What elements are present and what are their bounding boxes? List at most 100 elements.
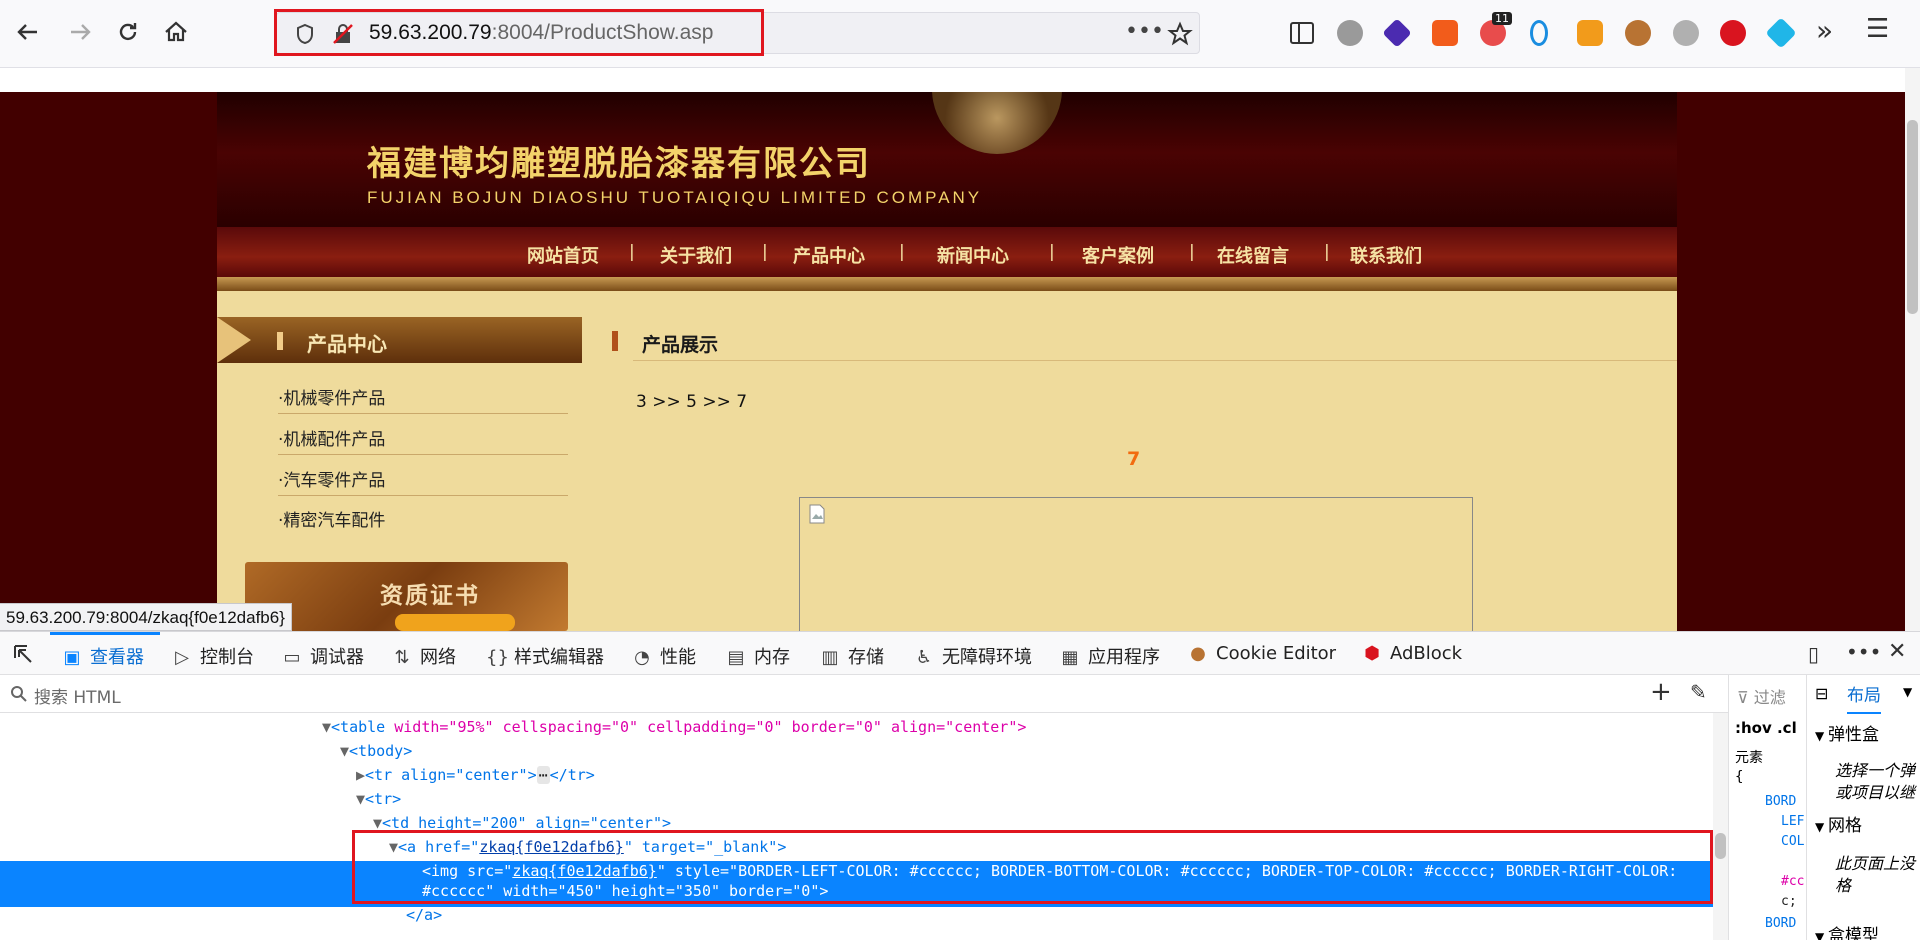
url-highlight-box	[274, 9, 764, 56]
rule-property[interactable]: COL	[1781, 834, 1804, 849]
back-arrow-icon	[17, 24, 37, 40]
tab-style-editor[interactable]: {} 样式编辑器	[486, 643, 604, 669]
markup-tbody[interactable]: ▼<tbody>	[340, 739, 412, 763]
certificate-enter-button[interactable]	[395, 614, 515, 631]
tab-storage[interactable]: ▥ 存储	[820, 643, 884, 669]
hov-cls-toggle[interactable]: :hov .cl	[1735, 719, 1797, 737]
storage-icon: ▥	[821, 647, 839, 668]
layout-tab-dropdown-icon[interactable]: ▼	[1903, 685, 1912, 699]
nav-message[interactable]: 在线留言	[1217, 242, 1289, 268]
expand-arrow-icon: ▼	[1815, 729, 1829, 743]
forward-button[interactable]	[62, 14, 98, 50]
ellipsis-icon[interactable]: ⋯	[536, 766, 550, 784]
hamburger-menu-icon[interactable]: ☰	[1866, 14, 1889, 44]
add-node-icon[interactable]: +	[1650, 677, 1672, 707]
extension-orange-icon[interactable]	[1432, 20, 1458, 46]
rule-property[interactable]: LEF	[1781, 814, 1804, 829]
search-html-input[interactable]: 搜索 HTML	[34, 683, 121, 708]
nav-separator: |	[629, 242, 635, 262]
cookie-icon: ●	[1190, 643, 1206, 664]
breadcrumb: 3 >> 5 >> 7	[636, 392, 748, 412]
expand-arrow-icon: ▼	[1815, 820, 1829, 834]
adblock-icon[interactable]	[1720, 20, 1746, 46]
flexbox-note: 选择一个弹 或项目以继	[1835, 761, 1916, 802]
layout-sidebar-toggle-icon[interactable]: ⊟	[1815, 684, 1828, 703]
tab-inspector[interactable]: ▣ 查看器	[62, 643, 144, 669]
sidebar-item[interactable]: ·汽车零件产品	[278, 466, 385, 491]
nav-products[interactable]: 产品中心	[793, 242, 865, 268]
nav-separator: |	[1189, 242, 1195, 262]
company-name-en: FUJIAN BOJUN DIAOSHU TUOTAIQIQU LIMITED …	[367, 188, 983, 207]
tab-adblock[interactable]: ⬢ AdBlock	[1362, 643, 1462, 664]
sidebar-arrow-icon	[217, 317, 251, 363]
banner-emblem	[932, 92, 1062, 154]
debugger-icon: ▭	[283, 647, 301, 668]
markup-tr[interactable]: ▼<tr>	[356, 787, 401, 811]
tab-memory[interactable]: ▤ 内存	[726, 643, 790, 669]
sidebar-item[interactable]: ·精密汽车配件	[278, 506, 385, 531]
bookmark-star-icon[interactable]	[1167, 21, 1193, 47]
dock-toggle-icon[interactable]: ▯	[1808, 642, 1819, 666]
nav-news[interactable]: 新闻中心	[937, 242, 1009, 268]
tab-performance[interactable]: ◔ 性能	[632, 643, 696, 669]
reload-button[interactable]	[110, 14, 146, 50]
nav-contact[interactable]: 联系我们	[1350, 242, 1422, 268]
tab-application[interactable]: ▦ 应用程序	[1060, 643, 1160, 669]
markup-scrollbar[interactable]	[1713, 713, 1728, 940]
extension-cube-icon[interactable]	[1577, 20, 1603, 46]
box-model-section[interactable]: ▼ 盒模型	[1815, 921, 1879, 940]
rule-value[interactable]: #cc	[1781, 874, 1804, 889]
nav-separator: |	[1049, 242, 1055, 262]
nav-separator: |	[762, 242, 768, 262]
markup-table[interactable]: ▼<table width="95%" cellspacing="0" cell…	[322, 715, 1026, 739]
rule-value[interactable]: c;	[1781, 894, 1797, 909]
extension-pin-icon[interactable]	[1530, 20, 1548, 46]
back-button[interactable]	[10, 14, 46, 50]
element-rule-label: 元素	[1735, 750, 1763, 766]
html-search-bar: 搜索 HTML + ✎	[0, 675, 1728, 713]
page-scrollbar[interactable]	[1905, 68, 1920, 631]
rule-brace: {	[1735, 769, 1744, 785]
sidebar-icon[interactable]	[1289, 21, 1315, 45]
flexbox-section[interactable]: ▼ 弹性盒	[1815, 720, 1879, 745]
devtools-menu-icon[interactable]: •••	[1846, 640, 1881, 664]
rule-property[interactable]: BORD	[1765, 916, 1796, 931]
rule-property[interactable]: BORD	[1765, 794, 1796, 809]
markup-tr-collapsed[interactable]: ▶<tr align="center"> ⋯ </tr>	[356, 763, 595, 787]
tab-cookie-editor[interactable]: ● Cookie Editor	[1188, 643, 1336, 664]
nav-home[interactable]: 网站首页	[527, 242, 599, 268]
reload-icon	[119, 23, 137, 41]
nav-cases[interactable]: 客户案例	[1082, 242, 1154, 268]
product-image[interactable]	[799, 497, 1473, 631]
overflow-chevron-icon[interactable]: »	[1816, 14, 1833, 47]
tab-accessibility[interactable]: ♿ 无障碍环境	[914, 643, 1032, 669]
grid-section[interactable]: ▼ 网格	[1815, 811, 1862, 836]
sidebar-item[interactable]: ·机械零件产品	[278, 384, 385, 409]
cookie-icon[interactable]	[1625, 20, 1651, 46]
adblock-icon: ⬢	[1364, 643, 1380, 664]
extension-layers-icon[interactable]	[1382, 18, 1412, 48]
home-button[interactable]	[158, 14, 194, 50]
element-picker-icon[interactable]	[12, 643, 36, 667]
nav-strip	[217, 277, 1677, 291]
tab-network[interactable]: ⇅ 网络	[392, 643, 456, 669]
sidebar-item[interactable]: ·机械配件产品	[278, 425, 385, 450]
extension-gray-icon[interactable]	[1673, 20, 1699, 46]
extension-blue-icon[interactable]	[1765, 17, 1797, 49]
extension-circle-icon[interactable]	[1337, 20, 1363, 46]
filter-styles-input[interactable]: ⊽ 过滤	[1737, 684, 1786, 708]
page-scrollbar-thumb[interactable]	[1907, 120, 1918, 314]
certificate-title: 资质证书	[380, 583, 480, 609]
markup-scrollbar-thumb[interactable]	[1715, 833, 1726, 859]
grid-note: 此页面上没 格	[1835, 854, 1916, 895]
tab-debugger[interactable]: ▭ 调试器	[282, 643, 364, 669]
site-container: 福建博均雕塑脱胎漆器有限公司 FUJIAN BOJUN DIAOSHU TUOT…	[217, 92, 1677, 631]
nav-about[interactable]: 关于我们	[660, 242, 732, 268]
markup-anchor-close[interactable]: </a>	[406, 903, 442, 927]
page-actions-menu-icon[interactable]: •••	[1125, 19, 1164, 44]
certificate-banner[interactable]: 资质证书	[245, 562, 568, 631]
eyedropper-icon[interactable]: ✎	[1690, 680, 1707, 704]
tab-console[interactable]: ▷ 控制台	[172, 643, 254, 669]
close-devtools-icon[interactable]: ✕	[1888, 639, 1906, 664]
tab-layout[interactable]: 布局	[1847, 681, 1881, 714]
